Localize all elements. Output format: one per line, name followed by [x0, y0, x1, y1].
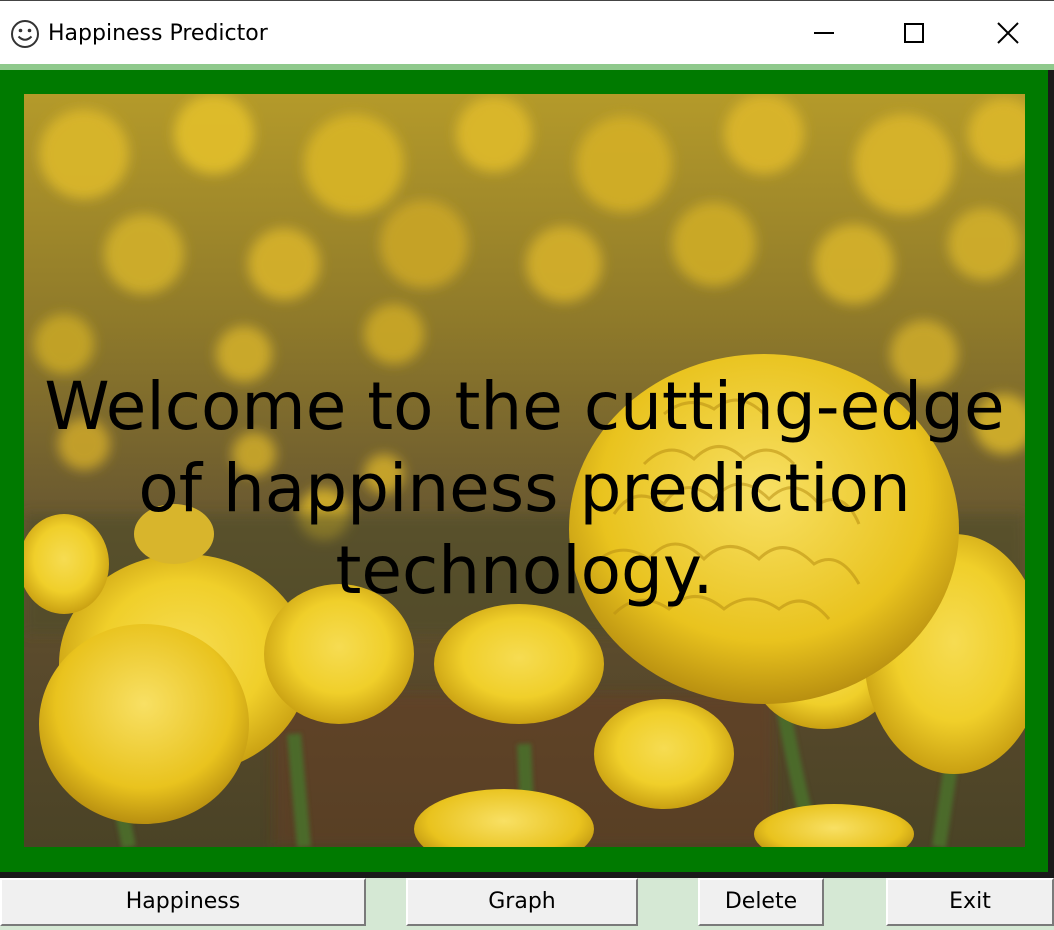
maximize-button[interactable]	[890, 11, 936, 55]
exit-button[interactable]: Exit	[886, 878, 1054, 926]
minimize-icon	[814, 32, 834, 34]
welcome-message: Welcome to the cutting-edge of happiness…	[44, 368, 1005, 609]
close-icon	[997, 22, 1019, 44]
maximize-icon	[904, 23, 924, 43]
smiley-icon	[10, 19, 40, 49]
app-window: Happiness Predictor Welcome to the cutti…	[0, 0, 1054, 930]
happiness-button[interactable]: Happiness	[0, 878, 366, 926]
graph-button[interactable]: Graph	[406, 878, 638, 926]
background-image: Welcome to the cutting-edge of happiness…	[24, 94, 1025, 847]
close-button[interactable]	[984, 11, 1030, 55]
title-bar[interactable]: Happiness Predictor	[0, 0, 1054, 65]
minimize-button[interactable]	[800, 11, 846, 55]
button-bar: Happiness Graph Delete Exit	[0, 878, 1054, 930]
delete-button[interactable]: Delete	[698, 878, 824, 926]
window-title: Happiness Predictor	[48, 21, 268, 46]
frame-shadow-right	[1048, 70, 1054, 872]
